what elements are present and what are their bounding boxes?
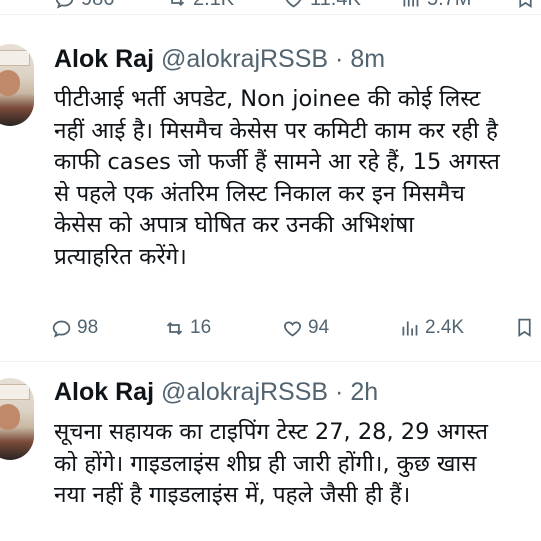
tweet-actions: 98 16 94 2.4K bbox=[51, 317, 541, 345]
repost-icon bbox=[166, 321, 183, 335]
reply-count: 986 bbox=[81, 0, 114, 11]
tweet-text-line: प्रत्याहरित करेंगे। bbox=[54, 243, 187, 270]
tweet-text-line: केसेस को अपात्र घोषित कर उनकी अभिशंषा bbox=[54, 212, 415, 239]
like-button[interactable]: 94 bbox=[282, 317, 329, 339]
separator: · bbox=[335, 45, 344, 73]
reply-button[interactable]: 986 bbox=[54, 0, 114, 11]
views-button[interactable]: 2.4K bbox=[399, 317, 464, 339]
views-count: 5.7M bbox=[427, 0, 471, 11]
repost-count: 2.1K bbox=[193, 0, 234, 11]
tweet-text-line: नया नहीं है गाइडलाइंस में, पहले जैसी ही … bbox=[54, 482, 411, 509]
views-icon bbox=[402, 321, 418, 335]
reply-icon bbox=[52, 320, 71, 338]
reply-button[interactable]: 98 bbox=[51, 317, 98, 339]
tweet-header: Alok Raj @alokrajRSSB · 2h bbox=[54, 378, 378, 407]
tweet-text-line: पीटीआई भर्ती अपडेट, Non joinee की कोई लि… bbox=[54, 86, 481, 112]
views-icon bbox=[403, 0, 419, 7]
tweet-text: पीटीआई भर्ती अपडेट, Non joinee की कोई लि… bbox=[54, 84, 541, 274]
tweet-text-line: काफी cases जो फर्जी हैं सामने आ रहे हैं,… bbox=[54, 149, 500, 176]
tweet-divider bbox=[0, 361, 541, 362]
bookmark-icon bbox=[519, 0, 532, 9]
like-icon bbox=[283, 320, 302, 337]
bookmark-button[interactable] bbox=[514, 317, 535, 338]
reply-icon bbox=[55, 0, 74, 9]
tweet-header: Alok Raj @alokrajRSSB · 8m bbox=[54, 45, 385, 74]
author-handle[interactable]: @alokrajRSSB bbox=[161, 378, 328, 406]
bookmark-button[interactable] bbox=[515, 0, 536, 9]
tweet-text: सूचना सहायक का टाइपिंग टेस्ट 27, 28, 29 … bbox=[54, 417, 541, 512]
views-count: 2.4K bbox=[425, 317, 465, 338]
avatar-sign bbox=[0, 50, 30, 66]
author-handle[interactable]: @alokrajRSSB bbox=[161, 45, 328, 73]
author-name[interactable]: Alok Raj bbox=[54, 45, 154, 73]
tweet-text-line: को होंगे। गाइडलाइंस शीघ्र ही जारी होंगी।… bbox=[54, 450, 477, 477]
tweet-text-line: से पहले एक अंतरिम लिस्ट निकाल कर इन मिसम… bbox=[54, 180, 465, 207]
separator: · bbox=[335, 378, 344, 406]
repost-icon bbox=[171, 0, 185, 6]
previous-tweet-actions: 986 2.1K 11.4K 5.7M bbox=[0, 0, 541, 15]
author-name[interactable]: Alok Raj bbox=[54, 378, 154, 406]
avatar-face bbox=[0, 70, 20, 96]
repost-button[interactable]: 2.1K bbox=[166, 0, 234, 11]
bookmark-icon bbox=[518, 318, 531, 338]
timestamp[interactable]: 8m bbox=[350, 45, 385, 73]
like-count: 11.4K bbox=[310, 0, 361, 11]
repost-count: 16 bbox=[190, 317, 212, 338]
repost-button[interactable]: 16 bbox=[164, 317, 211, 339]
tweet-text-line: सूचना सहायक का टाइपिंग टेस्ट 27, 28, 29 … bbox=[54, 419, 489, 445]
views-button[interactable]: 5.7M bbox=[400, 0, 471, 11]
avatar[interactable] bbox=[0, 378, 34, 460]
avatar-face bbox=[0, 404, 20, 430]
avatar-sign bbox=[0, 384, 30, 400]
tweet-text-line: नहीं आई है। मिसमैच केसेस पर कमिटी काम कर… bbox=[54, 117, 498, 144]
timestamp[interactable]: 2h bbox=[350, 378, 378, 406]
like-button[interactable]: 11.4K bbox=[283, 0, 361, 11]
like-count: 94 bbox=[308, 317, 330, 338]
reply-count: 98 bbox=[77, 317, 99, 338]
avatar[interactable] bbox=[0, 44, 34, 126]
like-icon bbox=[285, 0, 302, 8]
